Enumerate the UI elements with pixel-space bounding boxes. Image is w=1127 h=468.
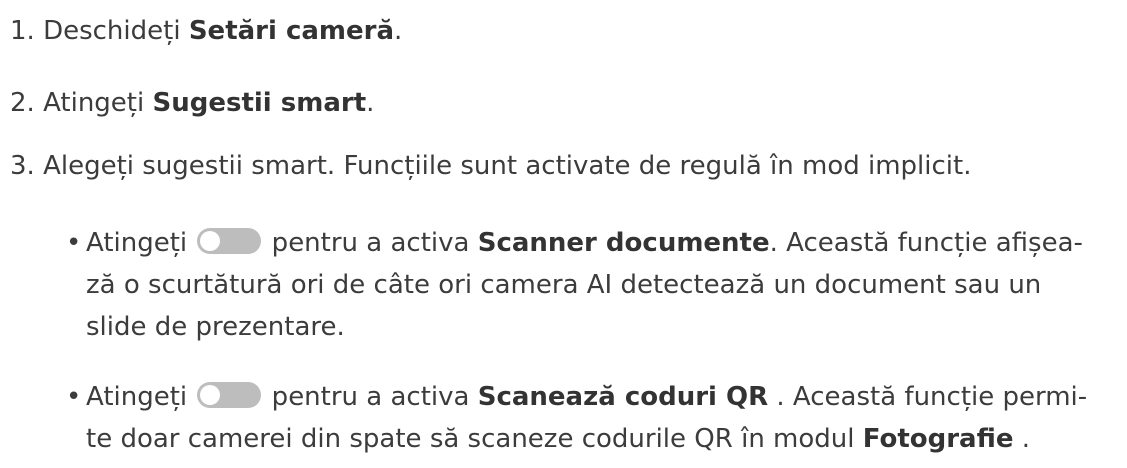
step-bold: Sugestii smart — [152, 88, 367, 118]
bullet-line2-pre: te doar camerei din spate să scaneze cod… — [86, 424, 863, 454]
bullet-line: Atingeți pentru a activa Scanează coduri… — [86, 376, 1116, 418]
step-text-end: . — [394, 16, 403, 46]
step-bold: Setări cameră — [188, 16, 394, 46]
bullet-line: te doar camerei din spate să scaneze cod… — [86, 418, 1116, 460]
step-1: 1. Deschideți Setări cameră. — [10, 10, 402, 52]
bullet-mid: pentru a activa — [263, 382, 478, 412]
instructions-document: 1. Deschideți Setări cameră. 2. Atingeți… — [0, 0, 1127, 468]
bullet-text: Atingeți pentru a activa Scanner documen… — [86, 222, 1116, 348]
bullet-text: Atingeți pentru a activa Scanează coduri… — [86, 376, 1116, 460]
step-number: 2. — [10, 88, 35, 118]
bullet-line2-bold: Fotografie — [862, 424, 1014, 454]
step-number: 3. — [10, 151, 35, 181]
bullet-marker: • — [66, 228, 82, 258]
bullet-mid: pentru a activa — [263, 228, 478, 258]
toggle-off-icon[interactable] — [197, 228, 262, 254]
bullet-pre: Atingeți — [86, 228, 188, 258]
step-text: Alegeți sugestii smart. Funcțiile sunt a… — [43, 151, 972, 181]
step-number: 1. — [10, 16, 35, 46]
step-text: Deschideți — [43, 16, 189, 46]
toggle-off-icon[interactable] — [197, 382, 262, 408]
step-text: Atingeți — [43, 88, 153, 118]
step-3: 3. Alegeți sugestii smart. Funcțiile sun… — [10, 145, 972, 187]
bullet-line2-post: . — [1013, 424, 1031, 454]
bullet-line: slide de prezentare. — [86, 312, 345, 342]
step-2: 2. Atingeți Sugestii smart. — [10, 82, 374, 124]
bullet-bold: Scanner documente — [477, 228, 770, 258]
bullet-pre: Atingeți — [86, 382, 188, 412]
step-text-end: . — [366, 88, 375, 118]
bullet-scaneaza-qr: • Atingeți pentru a activa Scanează codu… — [66, 376, 1116, 460]
bullet-post: . Această funcție afișea- — [769, 228, 1083, 258]
bullet-line: Atingeți pentru a activa Scanner documen… — [86, 222, 1116, 264]
bullet-line: ză o scurtătură ori de câte ori camera A… — [86, 270, 1042, 300]
bullet-post: . Această funcție permi- — [768, 382, 1088, 412]
bullet-scanner-documente: • Atingeți pentru a activa Scanner docum… — [66, 222, 1116, 348]
bullet-marker: • — [66, 382, 82, 412]
bullet-bold: Scanează coduri QR — [477, 382, 769, 412]
